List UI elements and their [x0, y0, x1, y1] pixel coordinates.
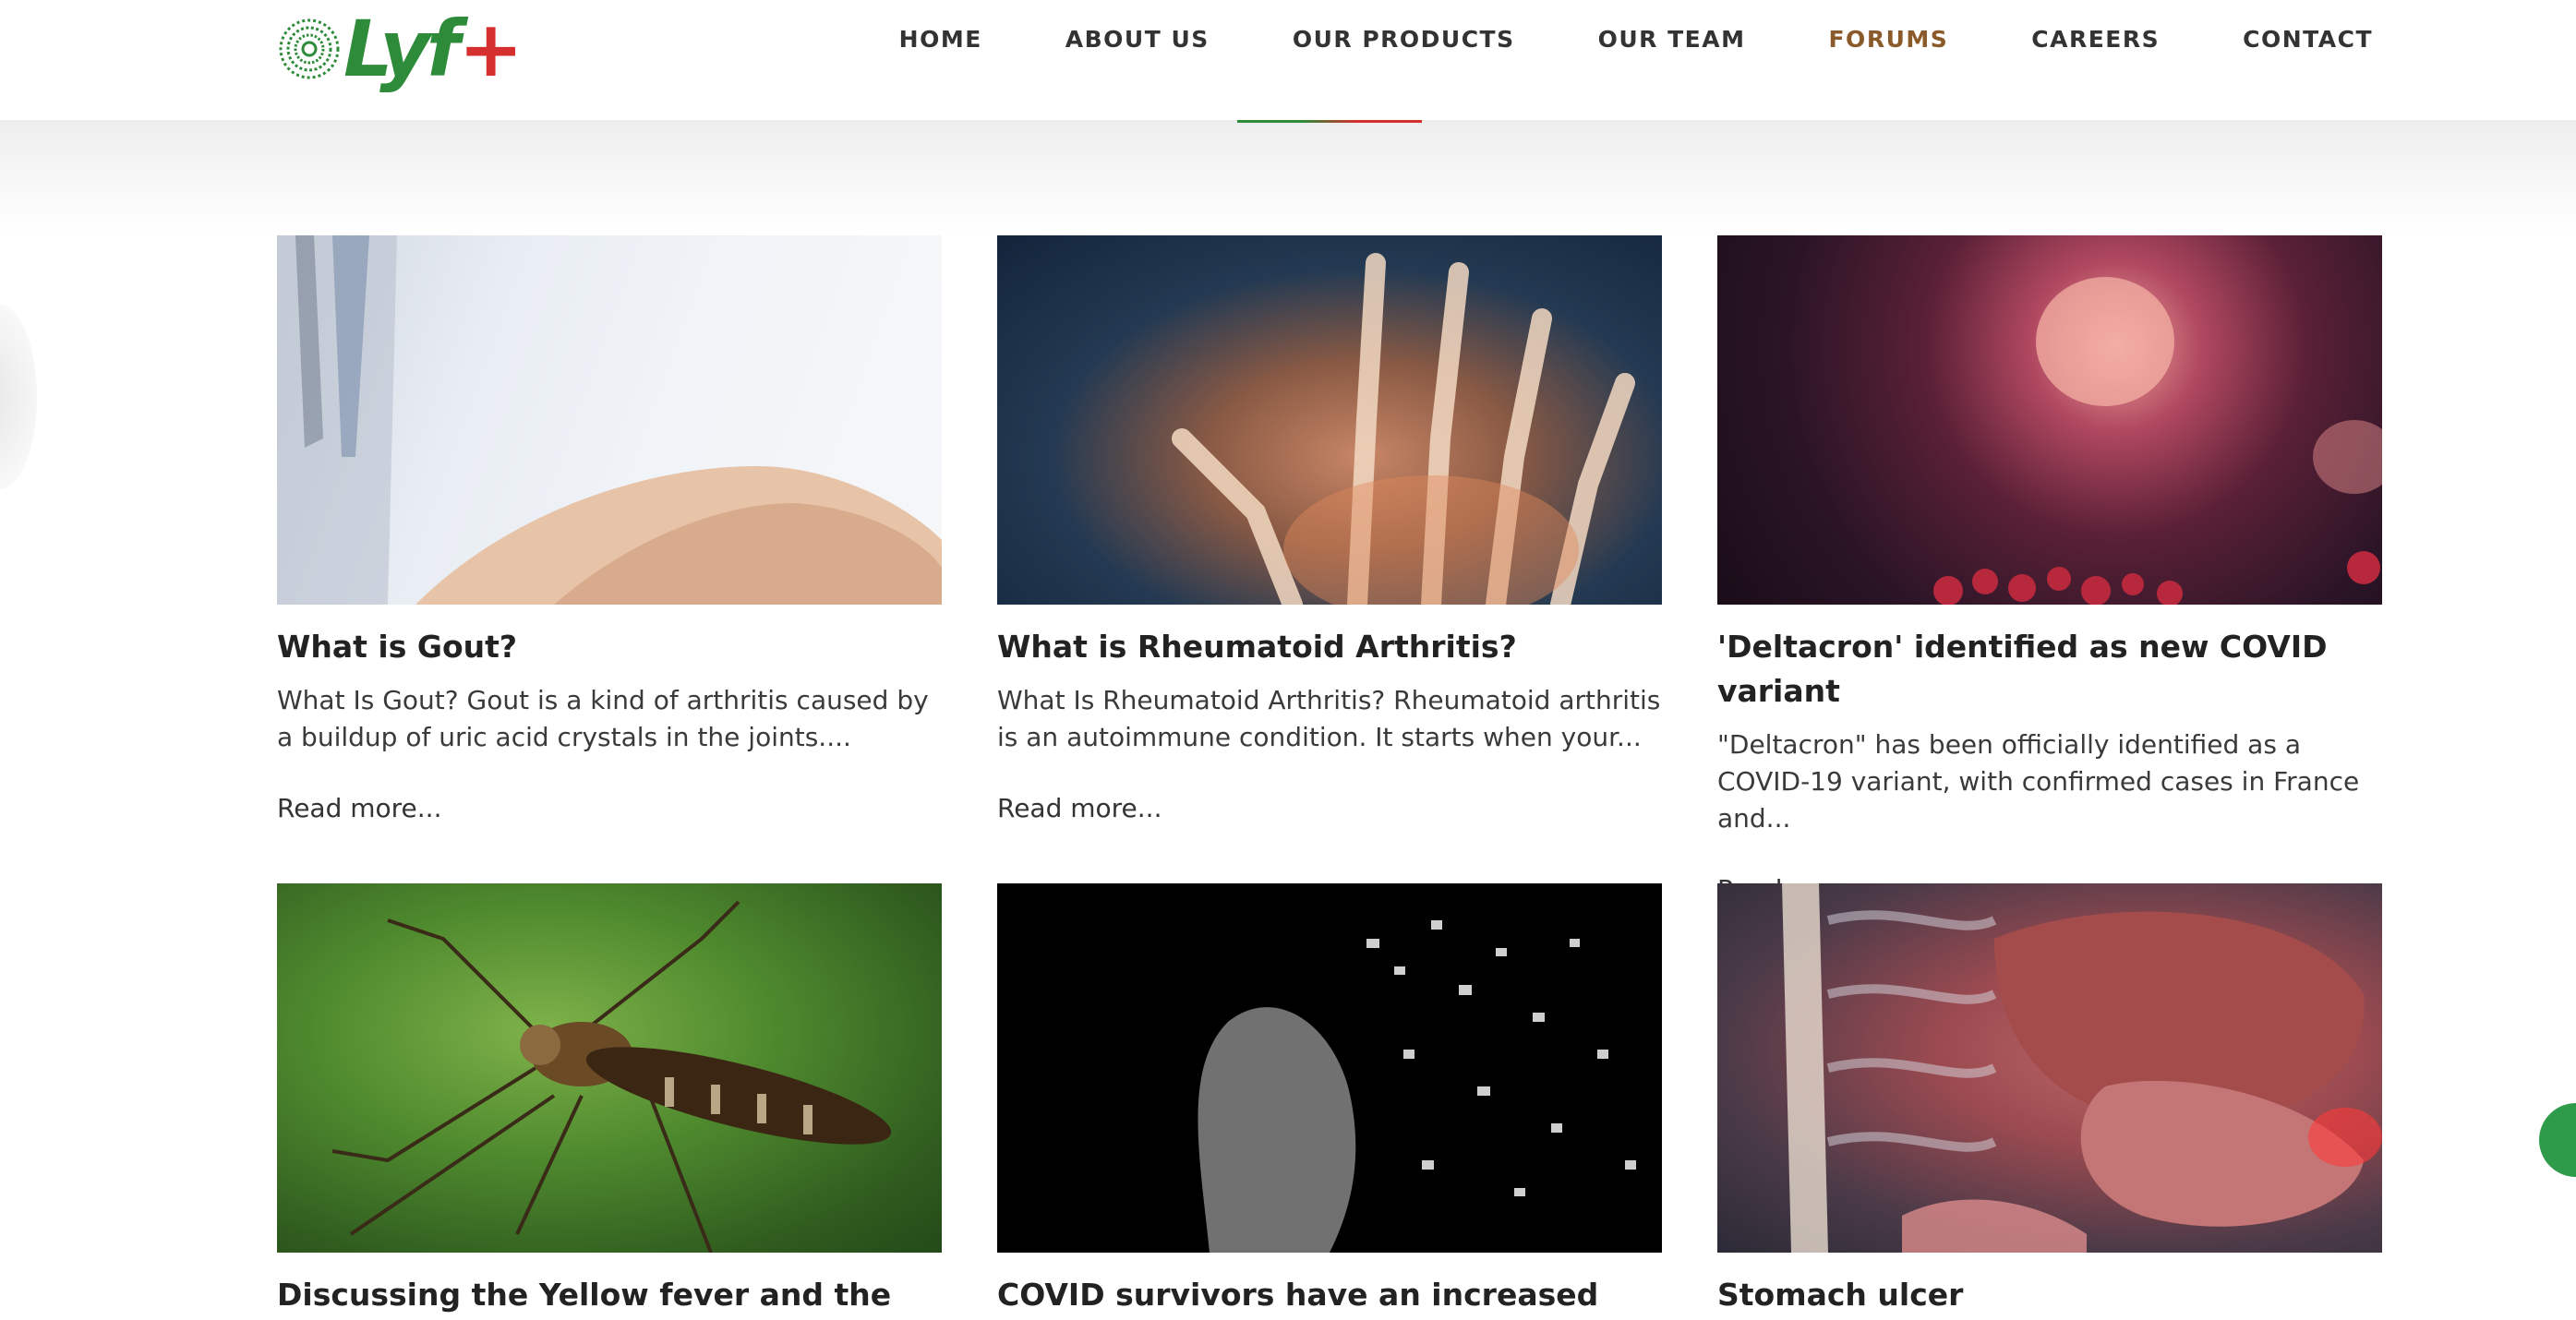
post-image-yellow-fever[interactable]: [277, 883, 942, 1253]
post-card: 'Deltacron' identified as new COVID vari…: [1717, 235, 2382, 905]
logo-swirl-icon: [279, 18, 340, 79]
post-image-deltacron[interactable]: [1717, 235, 2382, 605]
site-logo[interactable]: Lyf+: [277, 7, 554, 90]
post-image-gout[interactable]: [277, 235, 942, 605]
main-nav: HOME ABOUT US OUR PRODUCTS OUR TEAM FORU…: [816, 26, 2373, 53]
read-more-link[interactable]: Read more...: [277, 793, 942, 823]
site-header: Lyf+ HOME ABOUT US OUR PRODUCTS OUR TEAM…: [0, 0, 2576, 122]
header-shadow-band: [0, 122, 2576, 233]
side-shadow: [0, 305, 37, 489]
post-title[interactable]: Stomach ulcer: [1717, 1273, 2382, 1317]
post-image-rheumatoid-arthritis[interactable]: [997, 235, 1662, 605]
read-more-link[interactable]: Read more...: [997, 793, 1662, 823]
nav-forums[interactable]: FORUMS: [1828, 26, 1948, 53]
virus-illustration: [1933, 277, 2382, 605]
digital-figure-illustration: [1198, 920, 1636, 1253]
post-title[interactable]: COVID survivors have an increased risk o…: [997, 1273, 1662, 1320]
post-card: Discussing the Yellow fever and the rece…: [277, 883, 942, 1320]
post-card: What is Gout? What Is Gout? Gout is a ki…: [277, 235, 942, 823]
nav-about-us[interactable]: ABOUT US: [1065, 26, 1210, 53]
post-title[interactable]: Discussing the Yellow fever and the rece…: [277, 1273, 942, 1320]
chat-bubble-button[interactable]: [2539, 1103, 2576, 1177]
hand-bones-illustration: [1172, 253, 1635, 605]
post-title[interactable]: What is Gout?: [277, 625, 942, 669]
nav-our-products[interactable]: OUR PRODUCTS: [1293, 26, 1515, 53]
post-image-stomach-ulcer[interactable]: [1717, 883, 2382, 1253]
post-card: COVID survivors have an increased risk o…: [997, 883, 1662, 1320]
stomach-illustration: [1782, 883, 2382, 1253]
logo-wordmark: Lyf+: [343, 4, 524, 94]
post-excerpt: What Is Gout? Gout is a kind of arthriti…: [277, 685, 929, 752]
post-image-covid-survivors[interactable]: [997, 883, 1662, 1253]
mosquito-illustration: [331, 900, 892, 1253]
post-title[interactable]: 'Deltacron' identified as new COVID vari…: [1717, 625, 2382, 714]
nav-active-underline: [1237, 120, 1422, 123]
post-card: Stomach ulcer: [1717, 883, 2382, 1317]
post-excerpt: What Is Rheumatoid Arthritis? Rheumatoid…: [997, 685, 1661, 752]
post-card: What is Rheumatoid Arthritis? What Is Rh…: [997, 235, 1662, 823]
nav-home[interactable]: HOME: [899, 26, 982, 53]
gout-illustration: [277, 235, 942, 605]
nav-our-team[interactable]: OUR TEAM: [1598, 26, 1746, 53]
nav-contact[interactable]: CONTACT: [2243, 26, 2373, 53]
nav-careers[interactable]: CAREERS: [2031, 26, 2160, 53]
post-excerpt: "Deltacron" has been officially identifi…: [1717, 729, 2360, 834]
post-title[interactable]: What is Rheumatoid Arthritis?: [997, 625, 1662, 669]
